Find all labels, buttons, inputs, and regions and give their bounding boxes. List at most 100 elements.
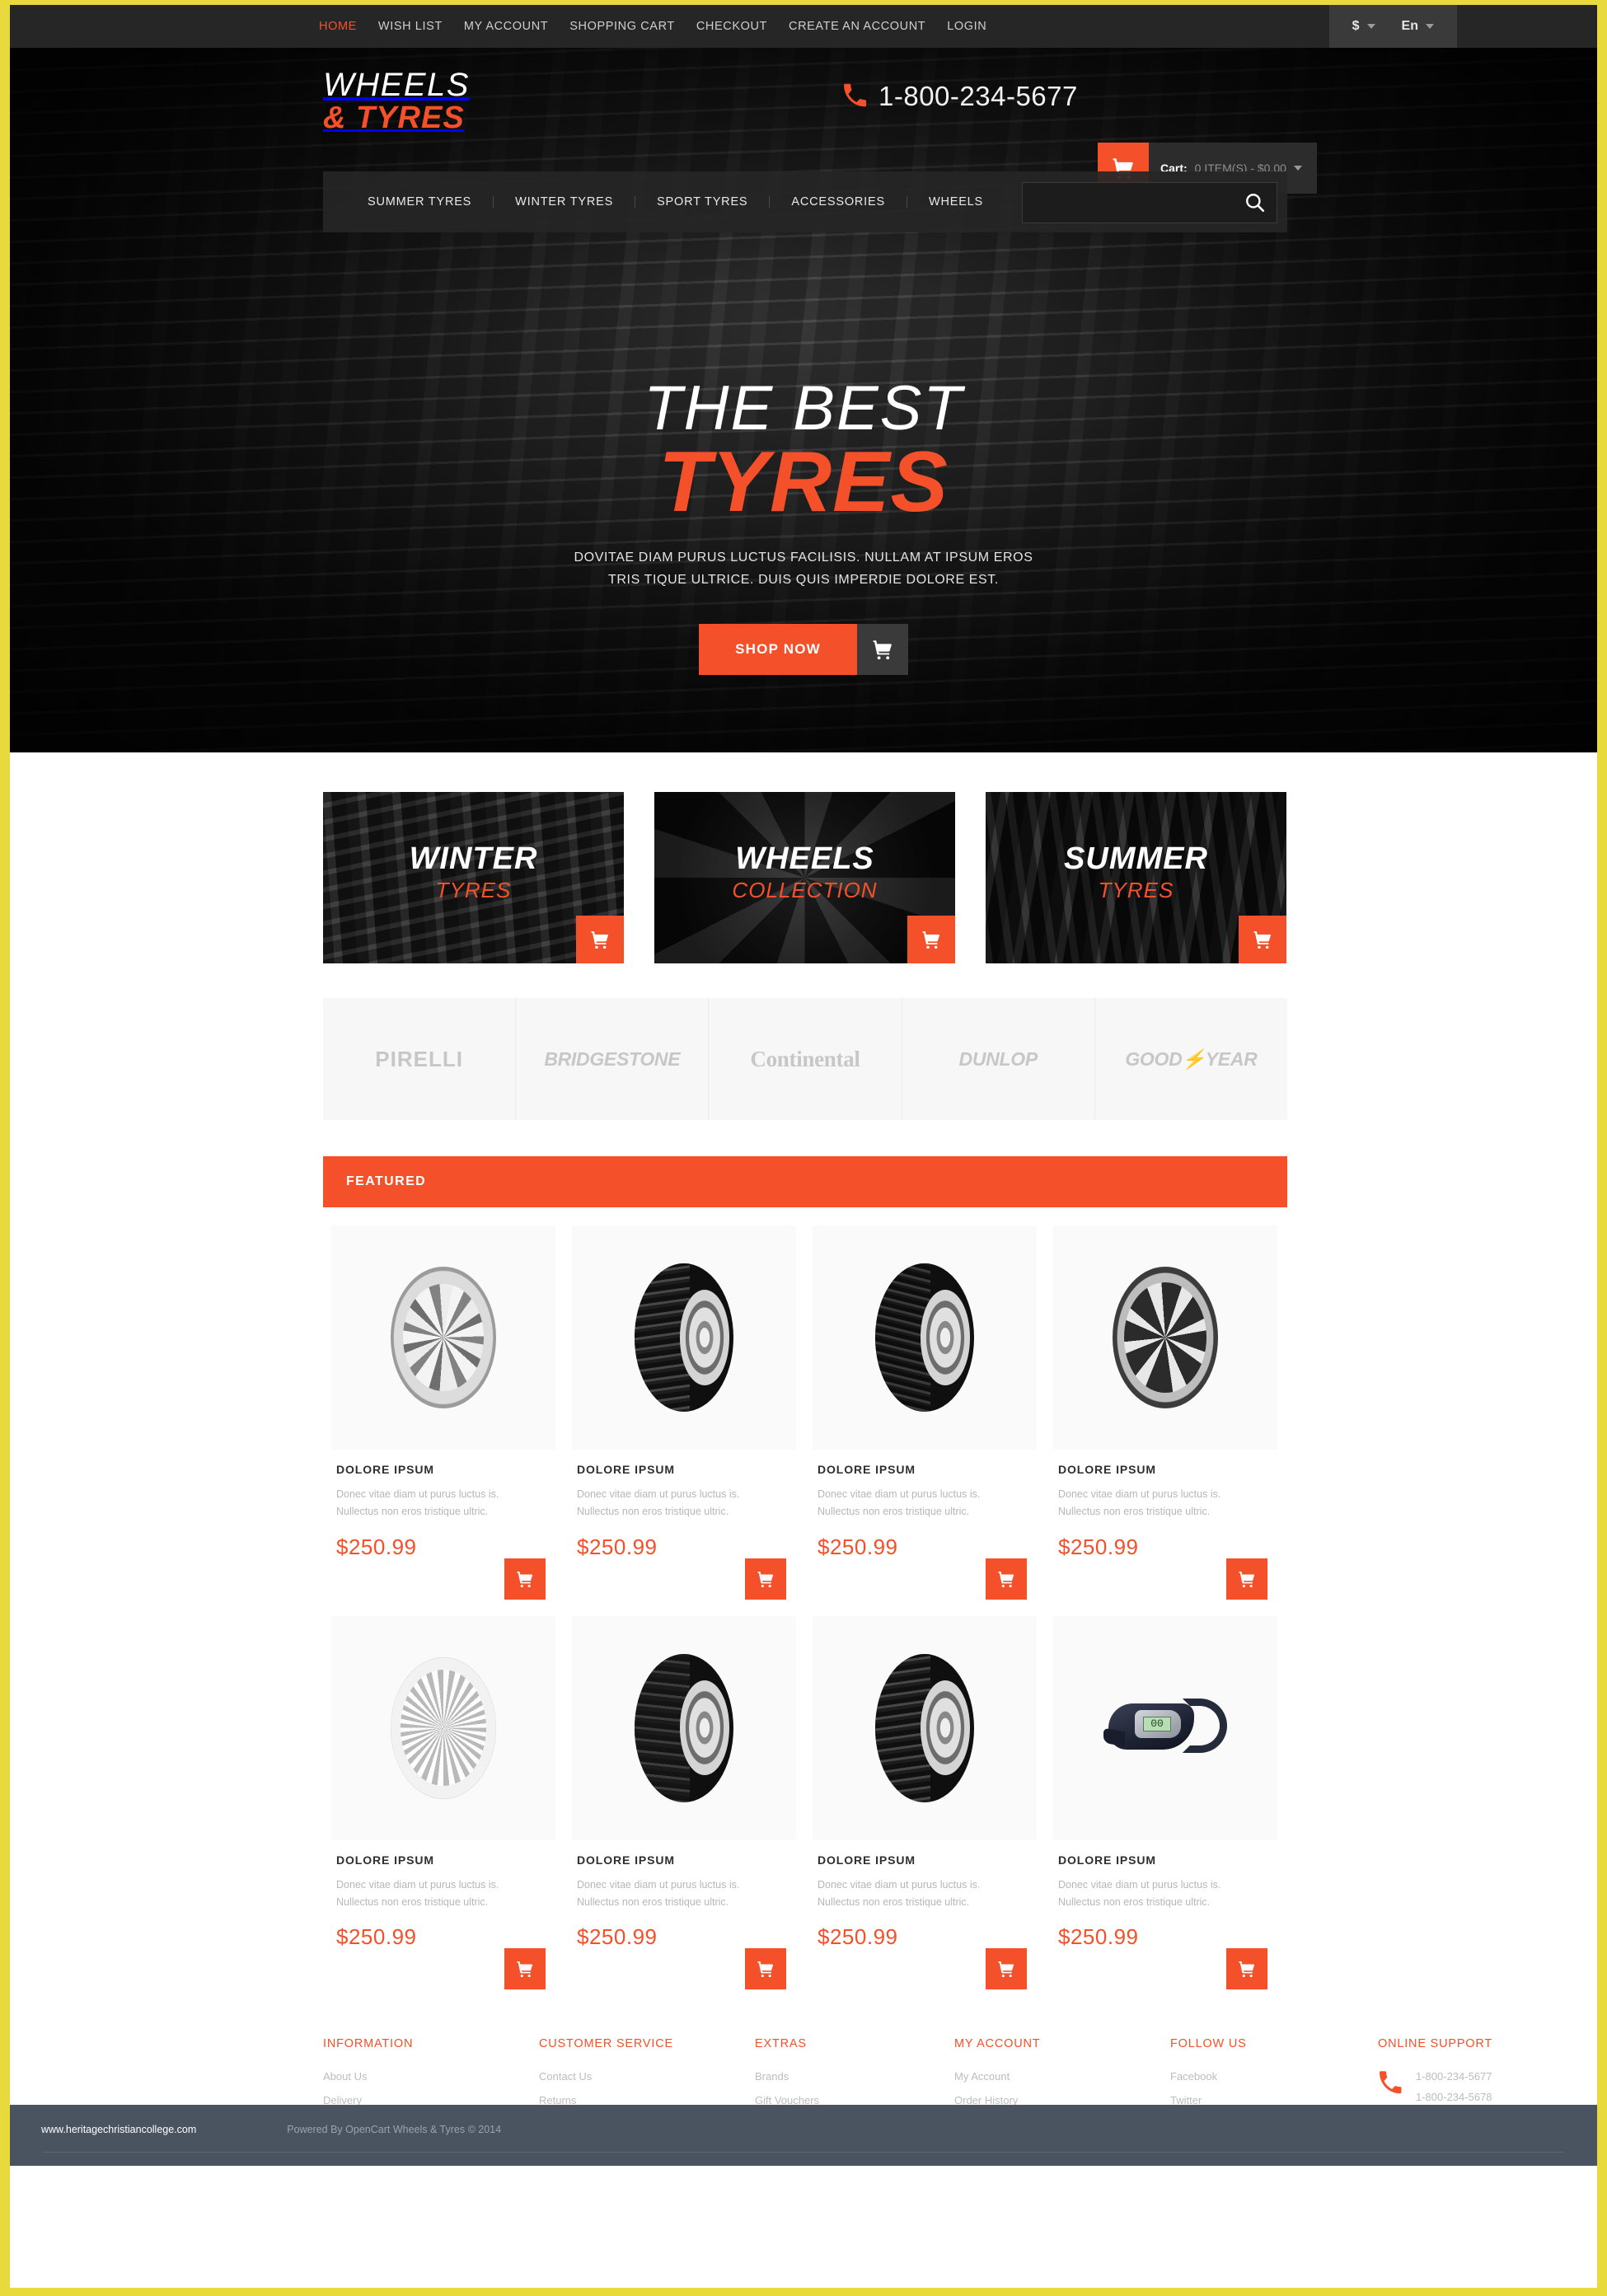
footer-link-facebook[interactable]: Facebook — [1170, 2070, 1327, 2083]
language-selector[interactable]: En — [1389, 19, 1447, 34]
product-image[interactable] — [813, 1615, 1037, 1840]
product-description: Donec vitae diam ut purus luctus is. Nul… — [818, 1877, 1032, 1912]
add-to-cart-button[interactable] — [745, 1948, 786, 1989]
featured-product-grid: DOLORE IPSUM Donec vitae diam ut purus l… — [323, 1225, 1287, 1989]
product-desc-line-1: Donec vitae diam ut purus luctus is. — [818, 1488, 981, 1500]
shopping-cart-icon — [1253, 931, 1271, 949]
search-input[interactable] — [1023, 196, 1234, 209]
brand-logo-bridgestone[interactable]: BRIDGESTONE — [516, 998, 710, 1120]
product-title[interactable]: DOLORE IPSUM — [336, 1463, 551, 1476]
site-header: WHEELS & TYRES 1-800-234-5677 Cart: 0 IT… — [10, 48, 1597, 194]
support-phone-1[interactable]: 1-800-234-5677 — [1416, 2070, 1492, 2083]
nav-item-winter-tyres[interactable]: WINTER TYRES — [494, 196, 636, 209]
nav-item-summer-tyres[interactable]: SUMMER TYRES — [346, 196, 494, 209]
category-banner-winter[interactable]: WINTER TYRES — [323, 792, 624, 963]
search-button[interactable] — [1234, 183, 1277, 223]
product-desc-line-2: Nullectus non eros tristique ultric. — [1058, 1506, 1211, 1518]
category-cart-button[interactable] — [576, 916, 624, 963]
add-to-cart-button[interactable] — [504, 1558, 546, 1600]
product-card[interactable]: DOLORE IPSUM Donec vitae diam ut purus l… — [564, 1615, 804, 1989]
product-title[interactable]: DOLORE IPSUM — [1058, 1853, 1272, 1867]
add-to-cart-button[interactable] — [1226, 1558, 1267, 1600]
footer-link-brands[interactable]: Brands — [755, 2070, 903, 2083]
footer-link-about-us[interactable]: About Us — [323, 2070, 488, 2083]
category-cart-button[interactable] — [907, 916, 955, 963]
add-to-cart-button[interactable] — [1226, 1948, 1267, 1989]
product-card[interactable]: DOLORE IPSUM Donec vitae diam ut purus l… — [1045, 1615, 1286, 1989]
product-card[interactable]: DOLORE IPSUM Donec vitae diam ut purus l… — [323, 1615, 564, 1989]
product-title[interactable]: DOLORE IPSUM — [1058, 1463, 1272, 1476]
tyre-icon — [635, 1263, 733, 1412]
top-nav-item-home[interactable]: HOME — [319, 20, 357, 33]
add-to-cart-button[interactable] — [745, 1558, 786, 1600]
add-to-cart-button[interactable] — [986, 1558, 1027, 1600]
support-phone-2[interactable]: 1-800-234-5678 — [1416, 2091, 1492, 2103]
product-title[interactable]: DOLORE IPSUM — [818, 1463, 1032, 1476]
product-image[interactable] — [572, 1615, 796, 1840]
product-description: Donec vitae diam ut purus luctus is. Nul… — [577, 1877, 791, 1912]
product-card[interactable]: DOLORE IPSUM Donec vitae diam ut purus l… — [323, 1225, 564, 1600]
product-title[interactable]: DOLORE IPSUM — [818, 1853, 1032, 1867]
brand-logo-pirelli[interactable]: PIRELLI — [323, 998, 517, 1120]
hero-subtitle: DOVITAE DIAM PURUS LUCTUS FACILISIS. NUL… — [10, 546, 1597, 591]
shopping-cart-icon — [873, 640, 892, 660]
product-description: Donec vitae diam ut purus luctus is. Nul… — [818, 1486, 1032, 1521]
product-card[interactable]: DOLORE IPSUM Donec vitae diam ut purus l… — [804, 1615, 1045, 1989]
shop-now-cart-button[interactable] — [856, 624, 908, 676]
product-title[interactable]: DOLORE IPSUM — [577, 1853, 791, 1867]
product-image[interactable] — [572, 1225, 796, 1450]
footer-column-title: MY ACCOUNT — [954, 2037, 1041, 2050]
shop-now-button[interactable]: SHOP NOW — [699, 624, 857, 676]
main-navigation: SUMMER TYRES WINTER TYRES SPORT TYRES AC… — [323, 171, 1287, 232]
currency-selector[interactable]: $ — [1339, 19, 1389, 34]
product-image[interactable] — [1053, 1615, 1277, 1840]
category-subtitle: TYRES — [1098, 878, 1174, 902]
product-card[interactable]: DOLORE IPSUM Donec vitae diam ut purus l… — [564, 1225, 804, 1600]
product-desc-line-2: Nullectus non eros tristique ultric. — [818, 1895, 970, 1908]
site-url[interactable]: www.heritagechristiancollege.com — [41, 2124, 196, 2135]
product-title[interactable]: DOLORE IPSUM — [336, 1853, 551, 1867]
product-image[interactable] — [813, 1225, 1037, 1450]
nav-item-accessories[interactable]: ACCESSORIES — [770, 196, 907, 209]
product-description: Donec vitae diam ut purus luctus is. Nul… — [1058, 1877, 1272, 1912]
header-phone-number[interactable]: 1-800-234-5677 — [878, 81, 1078, 112]
product-price: $250.99 — [1058, 1924, 1139, 1949]
category-subtitle: TYRES — [435, 878, 512, 902]
top-nav-item-login[interactable]: LOGIN — [947, 20, 986, 33]
product-image[interactable] — [1053, 1225, 1277, 1450]
top-nav-item-my-account[interactable]: MY ACCOUNT — [464, 20, 548, 33]
product-image[interactable] — [331, 1615, 555, 1840]
product-price: $250.99 — [336, 1534, 417, 1559]
brand-logo-continental[interactable]: Continental — [709, 998, 902, 1120]
category-banner-wheels[interactable]: WHEELS COLLECTION — [654, 792, 955, 963]
product-desc-line-1: Donec vitae diam ut purus luctus is. — [336, 1878, 499, 1891]
product-card[interactable]: DOLORE IPSUM Donec vitae diam ut purus l… — [1045, 1225, 1286, 1600]
footer-link-my-account[interactable]: My Account — [954, 2070, 1119, 2083]
product-desc-line-1: Donec vitae diam ut purus luctus is. — [336, 1488, 499, 1500]
add-to-cart-button[interactable] — [986, 1948, 1027, 1989]
brand-logo-dunlop[interactable]: DUNLOP — [902, 998, 1095, 1120]
footer-column-title: CUSTOMER SERVICE — [539, 2037, 673, 2050]
category-cart-button[interactable] — [1239, 916, 1286, 963]
product-info: DOLORE IPSUM Donec vitae diam ut purus l… — [331, 1450, 555, 1560]
top-nav-item-wish-list[interactable]: WISH LIST — [378, 20, 443, 33]
site-logo[interactable]: WHEELS & TYRES — [323, 68, 470, 134]
nav-item-wheels[interactable]: WHEELS — [907, 196, 1005, 209]
featured-section-header: FEATURED — [323, 1156, 1287, 1207]
add-to-cart-button[interactable] — [504, 1948, 546, 1989]
nav-item-sport-tyres[interactable]: SPORT TYRES — [635, 196, 771, 209]
brand-logo-goodyear[interactable]: GOOD⚡YEAR — [1095, 998, 1287, 1120]
category-banner-summer[interactable]: SUMMER TYRES — [986, 792, 1286, 963]
product-title[interactable]: DOLORE IPSUM — [577, 1463, 791, 1476]
hero-content: THE BEST TYRES DOVITAE DIAM PURUS LUCTUS… — [10, 377, 1597, 676]
product-description: Donec vitae diam ut purus luctus is. Nul… — [336, 1486, 551, 1521]
product-image[interactable] — [331, 1225, 555, 1450]
product-card[interactable]: DOLORE IPSUM Donec vitae diam ut purus l… — [804, 1225, 1045, 1600]
top-nav-item-checkout[interactable]: CHECKOUT — [696, 20, 767, 33]
category-title: WHEELS — [735, 841, 874, 876]
top-nav-item-create-an-account[interactable]: CREATE AN ACCOUNT — [789, 20, 925, 33]
category-subtitle: COLLECTION — [732, 878, 878, 902]
footer-link-contact-us[interactable]: Contact Us — [539, 2070, 704, 2083]
top-nav-item-shopping-cart[interactable]: SHOPPING CART — [569, 20, 675, 33]
product-desc-line-2: Nullectus non eros tristique ultric. — [577, 1506, 729, 1518]
